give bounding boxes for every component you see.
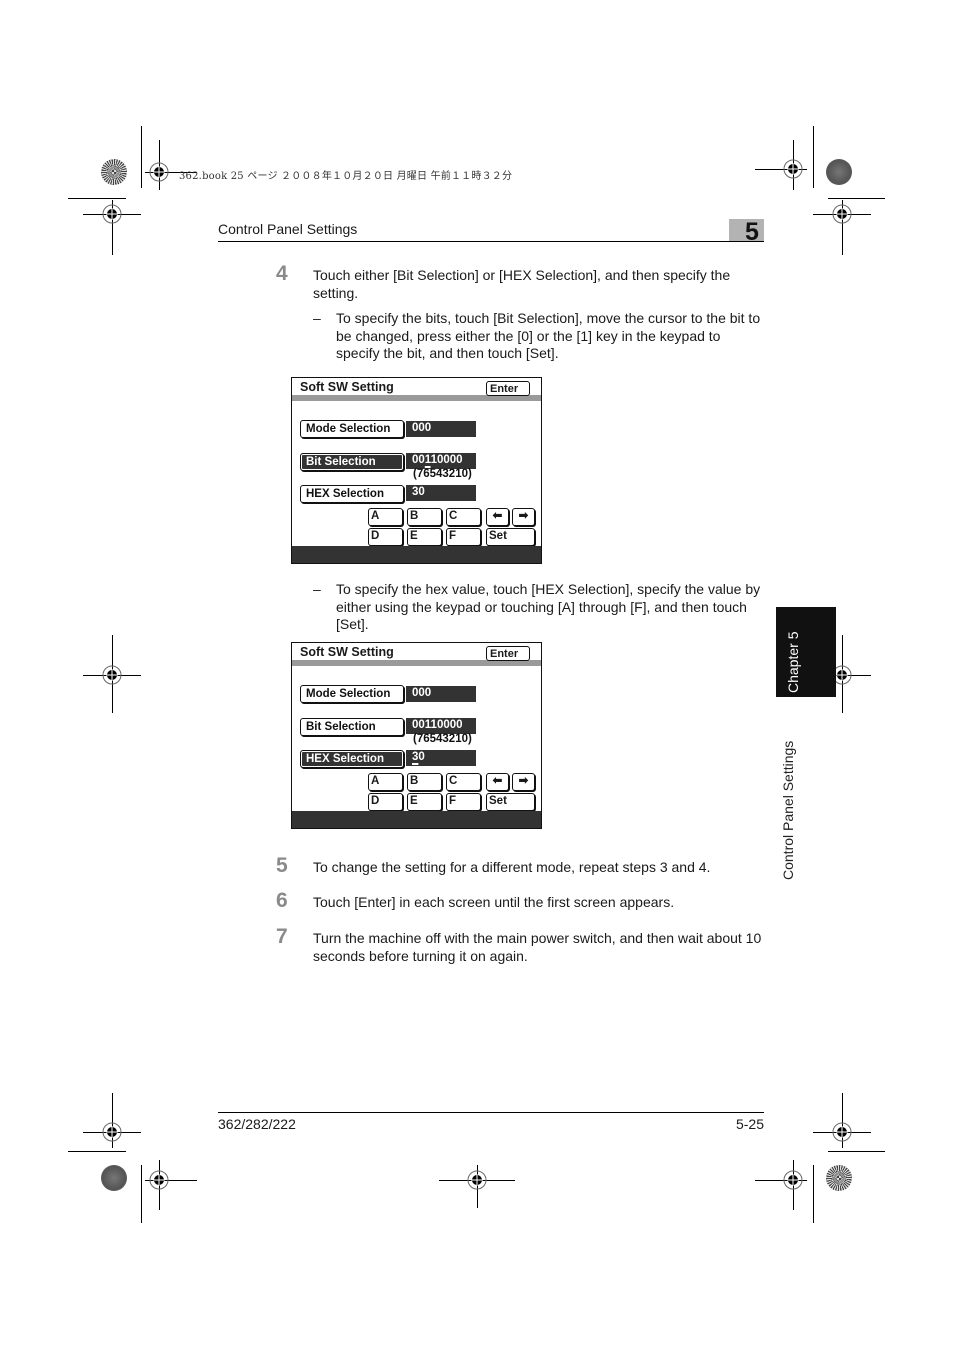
key-c[interactable]: C xyxy=(446,773,481,791)
footer-rule xyxy=(218,1112,764,1113)
footer-model: 362/282/222 xyxy=(218,1116,296,1132)
key-e[interactable]: E xyxy=(407,528,442,546)
color-calibration-disc-icon xyxy=(101,1165,127,1191)
side-chapter-label: Chapter 5 xyxy=(785,631,801,693)
soft-sw-setting-screen-bit: Soft SW Setting Enter Mode Selection 000… xyxy=(291,377,542,564)
bit-selection-button[interactable]: Bit Selection xyxy=(300,718,404,736)
registration-target-icon xyxy=(149,1170,169,1190)
step-number: 7 xyxy=(276,925,288,948)
left-arrow-button[interactable]: ⬅ xyxy=(486,773,509,791)
crop-line xyxy=(68,198,126,199)
bit-position-legend: (76543210) xyxy=(413,468,472,480)
sub-step-text: To specify the bits, touch [Bit Selectio… xyxy=(336,310,761,361)
screen-title: Soft SW Setting xyxy=(300,645,394,659)
hex-selection-button[interactable]: HEX Selection xyxy=(300,750,404,768)
bit-value: 00110000 xyxy=(406,453,476,469)
right-arrow-icon: ➡ xyxy=(518,510,529,522)
footer-page-number: 5-25 xyxy=(735,1116,764,1132)
screen-footer-bar xyxy=(292,546,541,563)
crop-line xyxy=(141,1165,142,1223)
bit-position-legend: (76543210) xyxy=(413,733,472,745)
step-text: Touch either [Bit Selection] or [HEX Sel… xyxy=(313,267,731,301)
set-button[interactable]: Set xyxy=(486,793,535,811)
sub-step-text: To specify the hex value, touch [HEX Sel… xyxy=(336,581,761,632)
bullet-dash: – xyxy=(313,310,321,326)
left-arrow-button[interactable]: ⬅ xyxy=(486,508,509,526)
registration-target-icon xyxy=(149,162,169,182)
registration-target-icon xyxy=(832,1122,852,1142)
crop-line xyxy=(813,1165,814,1223)
header-rule xyxy=(218,241,764,242)
registration-target-icon xyxy=(783,159,803,179)
key-c[interactable]: C xyxy=(446,508,481,526)
side-section-label: Control Panel Settings xyxy=(780,740,796,880)
crop-line xyxy=(828,198,885,199)
crop-line xyxy=(141,126,142,188)
key-d[interactable]: D xyxy=(368,528,403,546)
bit-value-suffix: 10000 xyxy=(430,454,463,466)
registration-target-icon xyxy=(102,1122,122,1142)
mode-value: 000 xyxy=(406,421,476,437)
step-text: Touch [Enter] in each screen until the f… xyxy=(313,894,675,910)
color-calibration-disc-icon xyxy=(826,159,852,185)
key-f[interactable]: F xyxy=(446,528,481,546)
color-calibration-disc-icon xyxy=(101,159,127,185)
step-text: Turn the machine off with the main power… xyxy=(313,930,762,964)
soft-sw-setting-screen-hex: Soft SW Setting Enter Mode Selection 000… xyxy=(291,642,542,829)
registration-target-icon xyxy=(783,1170,803,1190)
running-header-title: Control Panel Settings xyxy=(218,221,358,237)
mode-value: 000 xyxy=(406,686,476,702)
registration-target-icon xyxy=(832,204,852,224)
enter-button[interactable]: Enter xyxy=(486,381,530,396)
crop-line xyxy=(828,1151,885,1152)
screen-footer-bar xyxy=(292,811,541,828)
enter-button[interactable]: Enter xyxy=(486,646,530,661)
key-d[interactable]: D xyxy=(368,793,403,811)
crop-line xyxy=(68,1151,126,1152)
bit-value: 00110000 xyxy=(406,718,476,734)
mode-selection-button[interactable]: Mode Selection xyxy=(300,685,404,703)
key-a[interactable]: A xyxy=(368,508,403,526)
print-info: 362.book 25 ページ ２００８年１０月２０日 月曜日 午前１１時３２分 xyxy=(179,171,513,182)
right-arrow-button[interactable]: ➡ xyxy=(512,773,535,791)
mode-selection-button[interactable]: Mode Selection xyxy=(300,420,404,438)
key-e[interactable]: E xyxy=(407,793,442,811)
bullet-dash: – xyxy=(313,581,321,597)
step-number: 6 xyxy=(276,889,288,912)
step-number: 5 xyxy=(276,854,288,877)
side-chapter-tab[interactable]: Chapter 5 xyxy=(776,607,836,697)
crop-line xyxy=(813,126,814,188)
registration-target-icon xyxy=(102,665,122,685)
hex-selection-button[interactable]: HEX Selection xyxy=(300,485,404,503)
registration-target-icon xyxy=(102,204,122,224)
right-arrow-button[interactable]: ➡ xyxy=(512,508,535,526)
left-arrow-icon: ⬅ xyxy=(492,775,503,787)
key-a[interactable]: A xyxy=(368,773,403,791)
hex-value-suffix: 0 xyxy=(418,751,425,763)
key-b[interactable]: B xyxy=(407,508,442,526)
step-number: 4 xyxy=(276,262,288,285)
bit-selection-button[interactable]: Bit Selection xyxy=(300,453,404,471)
set-button[interactable]: Set xyxy=(486,528,535,546)
key-b[interactable]: B xyxy=(407,773,442,791)
screen-title: Soft SW Setting xyxy=(300,380,394,394)
color-calibration-disc-icon xyxy=(826,1165,852,1191)
hex-value: 30 xyxy=(406,750,476,766)
registration-target-icon xyxy=(467,1170,487,1190)
right-arrow-icon: ➡ xyxy=(518,775,529,787)
bit-value-prefix: 00 xyxy=(412,454,425,466)
hex-value: 30 xyxy=(406,485,476,501)
left-arrow-icon: ⬅ xyxy=(492,510,503,522)
key-f[interactable]: F xyxy=(446,793,481,811)
step-text: To change the setting for a different mo… xyxy=(313,859,711,875)
